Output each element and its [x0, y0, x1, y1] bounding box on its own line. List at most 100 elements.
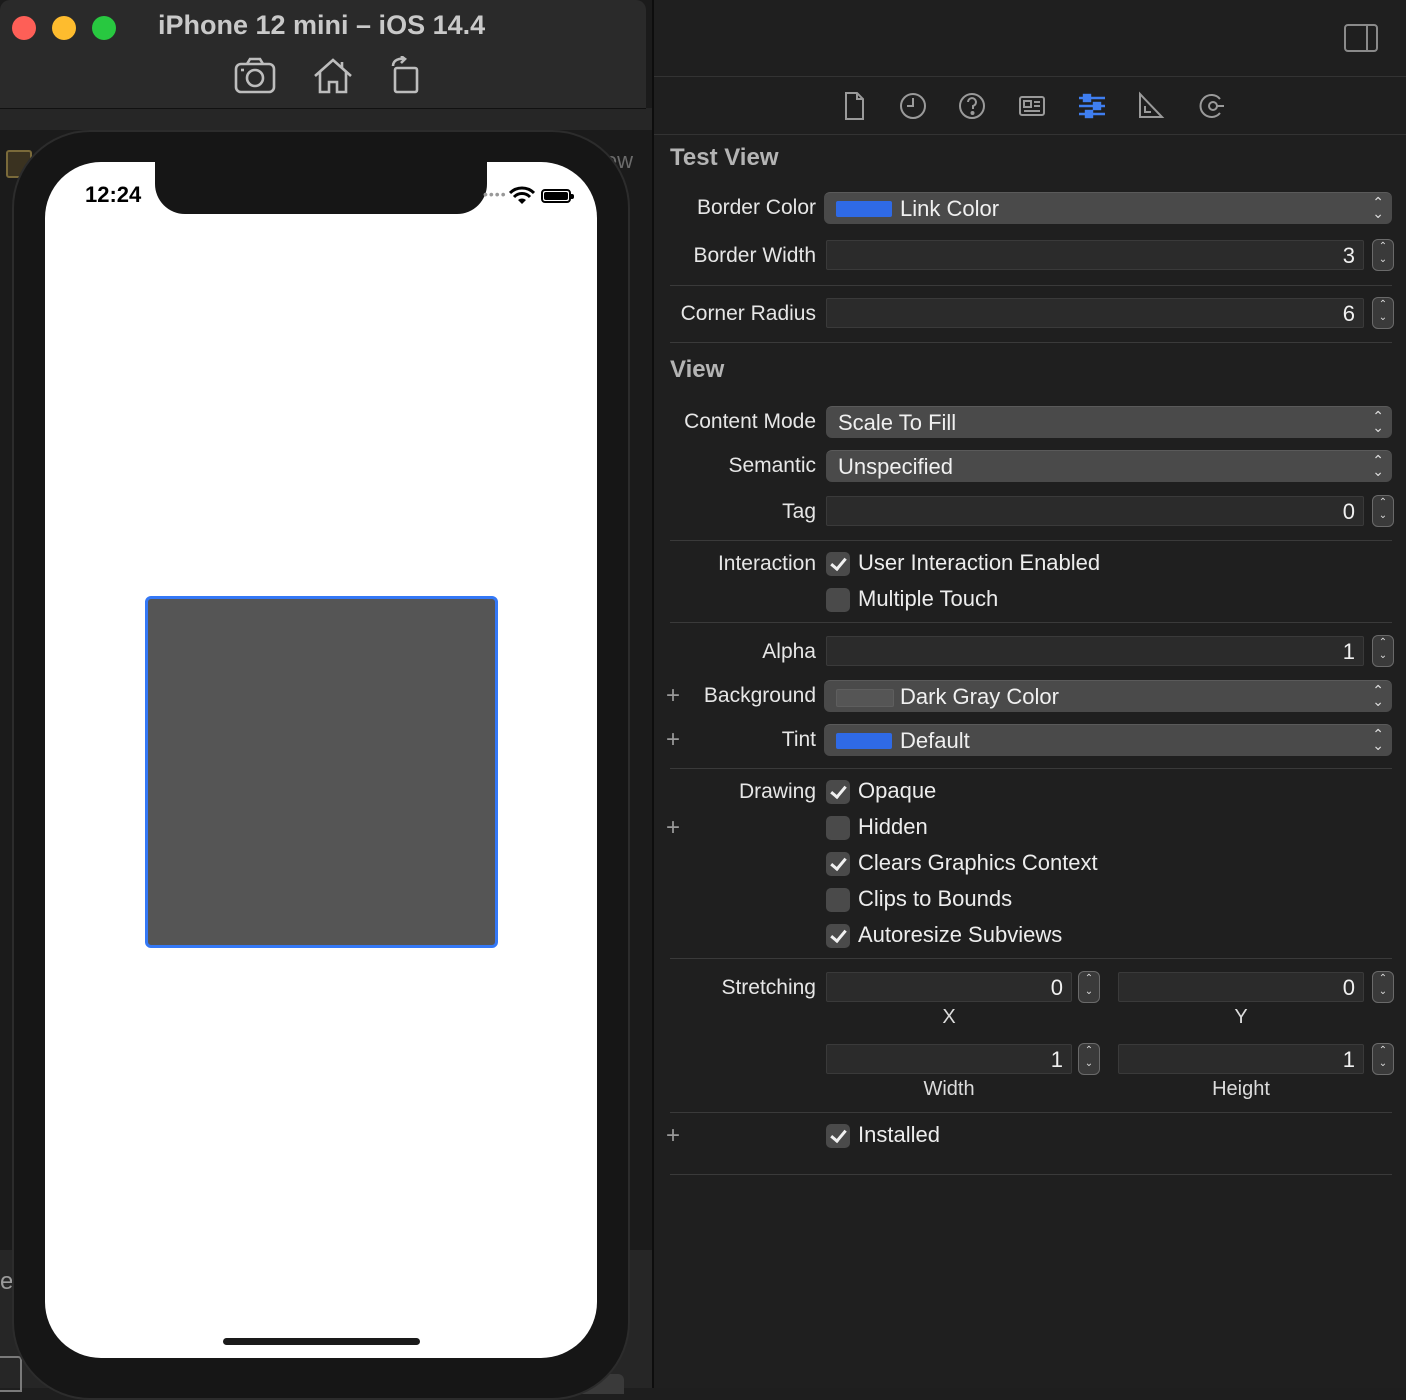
cellular-signal-icon: ••••: [483, 186, 507, 202]
corner-radius-label: Corner Radius: [680, 302, 816, 325]
test-view[interactable]: [145, 596, 498, 948]
user-interaction-label: User Interaction Enabled: [858, 550, 1101, 575]
drawing-label: Drawing: [738, 780, 816, 803]
corner-radius-stepper[interactable]: ⌃ ⌄: [1372, 297, 1394, 329]
divider: [670, 1174, 1392, 1175]
autoresize-subviews-checkbox[interactable]: [826, 924, 850, 948]
hidden-checkbox[interactable]: [826, 816, 850, 840]
corner-radius-field[interactable]: 6: [826, 298, 1364, 328]
installed-add-variation-icon[interactable]: +: [666, 1122, 680, 1150]
stretch-x-caption: X: [942, 1006, 956, 1028]
stretch-height-field[interactable]: 1: [1118, 1044, 1364, 1074]
multiple-touch-checkbox[interactable]: [826, 588, 850, 612]
history-icon[interactable]: [897, 90, 929, 122]
chevron-updown-icon: ⌃ ⌄: [1372, 682, 1384, 709]
background-value: Dark Gray Color: [900, 684, 1059, 709]
tag-label: Tag: [782, 500, 816, 523]
divider: [670, 342, 1392, 343]
divider: [670, 622, 1392, 623]
border-width-stepper[interactable]: ⌃ ⌄: [1372, 239, 1394, 271]
help-icon[interactable]: [956, 90, 988, 122]
editor-jump-bar: [0, 108, 652, 130]
stretching-label: Stretching: [721, 976, 816, 999]
attributes-icon[interactable]: [1076, 90, 1108, 122]
clips-to-bounds-checkbox[interactable]: [826, 888, 850, 912]
clears-graphics-context-checkbox[interactable]: [826, 852, 850, 876]
stretch-height-value: 1: [1342, 1047, 1355, 1072]
stretch-width-stepper[interactable]: ⌃ ⌄: [1078, 1043, 1100, 1075]
section-title-view: View: [670, 356, 725, 383]
opaque-checkbox[interactable]: [826, 780, 850, 804]
close-window-button[interactable]: [12, 16, 36, 40]
opaque-label: Opaque: [858, 778, 937, 803]
status-bar-time: 12:24: [85, 182, 142, 207]
stretch-y-stepper[interactable]: ⌃ ⌄: [1372, 971, 1394, 1003]
border-width-field[interactable]: 3: [826, 240, 1364, 270]
semantic-value: Unspecified: [838, 454, 953, 479]
divider: [670, 958, 1392, 959]
stretch-width-field[interactable]: 1: [826, 1044, 1072, 1074]
minimize-window-button[interactable]: [52, 16, 76, 40]
stretch-width-value: 1: [1050, 1047, 1063, 1072]
tint-label: Tint: [781, 728, 816, 751]
background-label: Background: [703, 684, 816, 707]
alpha-value: 1: [1342, 639, 1355, 664]
alpha-field[interactable]: 1: [826, 636, 1364, 666]
zoom-window-button[interactable]: [92, 16, 116, 40]
hidden-add-variation-icon[interactable]: +: [666, 814, 680, 842]
screenshot-icon[interactable]: [233, 56, 277, 96]
chevron-updown-icon: ⌃ ⌄: [1372, 726, 1384, 753]
stretch-y-field[interactable]: 0: [1118, 972, 1364, 1002]
alpha-stepper[interactable]: ⌃ ⌄: [1372, 635, 1394, 667]
inspector-tab-bar: [654, 76, 1406, 135]
background-swatch: [836, 689, 894, 707]
autoresize-subviews-label: Autoresize Subviews: [858, 922, 1063, 947]
rotate-icon[interactable]: [385, 54, 429, 96]
installed-checkbox[interactable]: [826, 1124, 850, 1148]
hidden-label: Hidden: [858, 814, 928, 839]
clears-graphics-context-label: Clears Graphics Context: [858, 850, 1098, 875]
wifi-icon: [508, 186, 536, 206]
stretch-y-value: 0: [1342, 975, 1355, 1000]
sidebar-toggle-icon[interactable]: [1344, 24, 1378, 52]
device-notch: [155, 162, 487, 214]
identity-icon[interactable]: [1016, 90, 1048, 122]
stretch-x-field[interactable]: 0: [826, 972, 1072, 1002]
border-width-value: 3: [1342, 243, 1355, 268]
simulator-titlebar: iPhone 12 mini – iOS 14.4: [0, 0, 646, 109]
tint-popup[interactable]: Default ⌃ ⌄: [824, 724, 1392, 756]
tag-stepper[interactable]: ⌃ ⌄: [1372, 495, 1394, 527]
divider: [670, 540, 1392, 541]
attributes-inspector: Test View Border Color Link Color ⌃ ⌄ Bor…: [652, 0, 1406, 1388]
content-mode-popup[interactable]: Scale To Fill ⌃ ⌄: [826, 406, 1392, 438]
multiple-touch-label: Multiple Touch: [858, 586, 999, 611]
tag-field[interactable]: 0: [826, 496, 1364, 526]
home-indicator[interactable]: [223, 1338, 420, 1345]
iphone-screen: 12:24 ••••: [45, 162, 597, 1358]
size-icon[interactable]: [1135, 90, 1167, 122]
stretch-height-caption: Height: [1212, 1078, 1270, 1100]
simulator-title: iPhone 12 mini – iOS 14.4: [158, 10, 486, 40]
file-icon[interactable]: [838, 90, 870, 122]
border-color-value: Link Color: [900, 196, 1000, 221]
tint-value: Default: [900, 728, 970, 753]
chevron-updown-icon: ⌃ ⌄: [1372, 452, 1384, 479]
chevron-updown-icon: ⌃ ⌄: [1372, 194, 1384, 221]
stretch-x-stepper[interactable]: ⌃ ⌄: [1078, 971, 1100, 1003]
stretch-height-stepper[interactable]: ⌃ ⌄: [1372, 1043, 1394, 1075]
inspector-toolbar: [654, 0, 1406, 77]
content-mode-label: Content Mode: [684, 410, 816, 433]
home-icon[interactable]: [311, 56, 355, 96]
chevron-updown-icon: ⌃ ⌄: [1372, 408, 1384, 435]
background-popup[interactable]: Dark Gray Color ⌃ ⌄: [824, 680, 1392, 712]
stretch-y-caption: Y: [1234, 1006, 1248, 1028]
stretch-x-value: 0: [1050, 975, 1063, 1000]
background-add-variation-icon[interactable]: +: [666, 682, 680, 710]
border-color-swatch: [836, 201, 892, 217]
connections-icon[interactable]: [1195, 90, 1227, 122]
semantic-popup[interactable]: Unspecified ⌃ ⌄: [826, 450, 1392, 482]
user-interaction-checkbox[interactable]: [826, 552, 850, 576]
border-color-popup[interactable]: Link Color ⌃ ⌄: [824, 192, 1392, 224]
content-mode-value: Scale To Fill: [838, 410, 957, 435]
tint-add-variation-icon[interactable]: +: [666, 726, 680, 754]
